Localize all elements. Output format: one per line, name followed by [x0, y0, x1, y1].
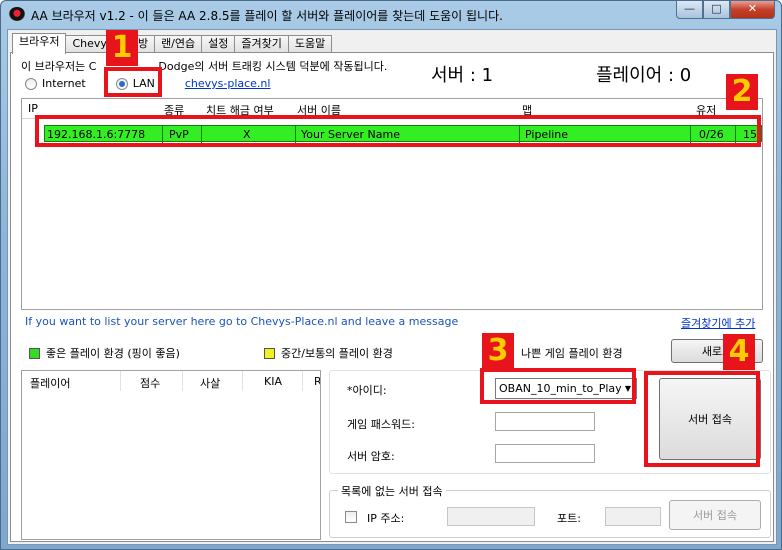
legend-bad: 나쁜 게임 플레이 환경	[521, 345, 623, 361]
chevys-place-link[interactable]: chevys-place.nl	[185, 77, 271, 90]
tab-settings[interactable]: 설정	[201, 35, 236, 53]
server-ip: 192.168.1.6:7778	[47, 128, 146, 141]
player-count: 플레이어 : 0	[596, 65, 692, 86]
lan-radio[interactable]	[115, 77, 128, 90]
server-list-header: IP 종류 치트 해금 여부 서버 이름 맵 유저	[22, 99, 762, 119]
server-map: Pipeline	[525, 128, 569, 141]
server-users: 0/26	[699, 128, 724, 141]
legend-good-label: 좋은 플레이 환경 (핑이 좋음)	[46, 347, 180, 360]
tracking-info-text: 이 브라우저는 C Dodge의 서버 트래킹 시스템 덕분에 작동됩니다.	[21, 58, 387, 74]
login-panel: *아이디: OBAN_10_min_to_Play ▼ 게임 패스워드: 서버 …	[329, 370, 771, 540]
internet-radio[interactable]	[25, 77, 37, 90]
col-map[interactable]: 맵	[522, 102, 532, 118]
app-window: AA 브라우저 v1.2 - 이 들은 AA 2.8.5를 플레이 할 서버와 …	[0, 0, 782, 550]
ip-checkbox[interactable]	[345, 511, 357, 523]
info-suffix: Dodge의 서버 트래킹 시스템 덕분에 작동됩니다.	[158, 60, 388, 73]
server-count: 서버 : 1	[431, 65, 494, 86]
tab-lan-practice[interactable]: 랜/연습	[154, 35, 203, 53]
tab-favorites[interactable]: 즐겨찾기	[234, 35, 289, 53]
medium-color-swatch	[264, 347, 275, 359]
player-list[interactable]: 플레이어 점수 사살 KIA R	[21, 370, 321, 540]
refresh-button[interactable]: 새로고	[671, 339, 763, 363]
col-cheats[interactable]: 치트 해금 여부	[206, 102, 274, 118]
chevron-down-icon: ▼	[624, 384, 631, 393]
title-bar[interactable]: AA 브라우저 v1.2 - 이 들은 AA 2.8.5를 플레이 할 서버와 …	[1, 1, 781, 27]
direct-connect-button[interactable]: 서버 접속	[669, 500, 761, 530]
tab-browser[interactable]: 브라우저	[12, 33, 67, 54]
legend-bad-label: 나쁜 게임 플레이 환경	[521, 347, 623, 360]
ip-label: IP 주소:	[367, 512, 405, 525]
legend-good: 좋은 플레이 환경 (핑이 좋음)	[29, 345, 180, 361]
col-type[interactable]: 종류	[164, 102, 184, 118]
internet-radio-label: Internet	[42, 77, 86, 90]
server-list[interactable]: IP 종류 치트 해금 여부 서버 이름 맵 유저 192.168.1.6:77…	[21, 98, 763, 310]
col-kia[interactable]: KIA	[264, 375, 282, 388]
col-r[interactable]: R	[314, 375, 320, 388]
id-dropdown-value: OBAN_10_min_to_Play	[499, 382, 622, 395]
tab-chevy[interactable]: Chevy	[65, 35, 114, 53]
col-player[interactable]: 플레이어	[30, 375, 70, 391]
server-type: PvP	[169, 128, 189, 141]
col-ip[interactable]: IP	[28, 102, 38, 115]
app-logo-icon	[9, 7, 25, 21]
server-row[interactable]: 192.168.1.6:7778 PvP X Your Server Name …	[44, 125, 762, 143]
add-to-favorites-link[interactable]: 즐겨찾기에 추가	[681, 315, 755, 331]
id-label: *아이디:	[347, 384, 387, 397]
col-kills[interactable]: 사살	[200, 375, 220, 391]
minimize-button[interactable]: —	[676, 1, 703, 19]
server-name: Your Server Name	[301, 128, 400, 141]
ip-input[interactable]	[447, 507, 535, 526]
direct-connect-title: 목록에 없는 서버 접속	[338, 483, 446, 499]
game-password-input[interactable]	[495, 412, 595, 431]
game-password-label: 게임 패스워드:	[347, 418, 415, 431]
maximize-button[interactable]: □	[703, 1, 730, 19]
tab-help[interactable]: 도움말	[287, 35, 333, 53]
tab-room[interactable]: 방	[112, 35, 156, 53]
server-password-input[interactable]	[495, 444, 595, 463]
tab-strip: 브라우저 Chevy 방 랜/연습 설정 즐겨찾기 도움말	[12, 33, 333, 54]
window-title: AA 브라우저 v1.2 - 이 들은 AA 2.8.5를 플레이 할 서버와 …	[31, 9, 503, 23]
client-area: 브라우저 Chevy 방 랜/연습 설정 즐겨찾기 도움말 이 브라우저는 C D…	[7, 29, 777, 545]
col-users[interactable]: 유저	[696, 102, 716, 118]
legend-medium: 중간/보통의 플레이 환경	[264, 345, 393, 361]
good-color-swatch	[29, 347, 40, 359]
source-selector: Internet LAN chevys-place.nl	[25, 77, 270, 90]
lan-radio-label: LAN	[132, 77, 155, 90]
server-password-label: 서버 암호:	[347, 450, 395, 463]
col-score[interactable]: 점수	[140, 375, 160, 391]
info-prefix: 이 브라우저는 C	[21, 60, 97, 73]
port-label: 포트:	[557, 512, 581, 525]
id-dropdown[interactable]: OBAN_10_min_to_Play ▼	[495, 378, 637, 399]
close-button[interactable]: ✕	[730, 1, 775, 19]
connect-server-button[interactable]: 서버 접속	[659, 378, 761, 460]
col-server-name[interactable]: 서버 이름	[297, 102, 341, 118]
legend-medium-label: 중간/보통의 플레이 환경	[281, 347, 393, 360]
server-cheats: X	[243, 128, 251, 141]
browser-panel: 이 브라우저는 C Dodge의 서버 트래킹 시스템 덕분에 작동됩니다. In…	[10, 52, 774, 542]
port-input[interactable]	[605, 507, 661, 526]
list-server-note: If you want to list your server here go …	[25, 315, 459, 328]
server-ping: 15	[743, 128, 757, 141]
